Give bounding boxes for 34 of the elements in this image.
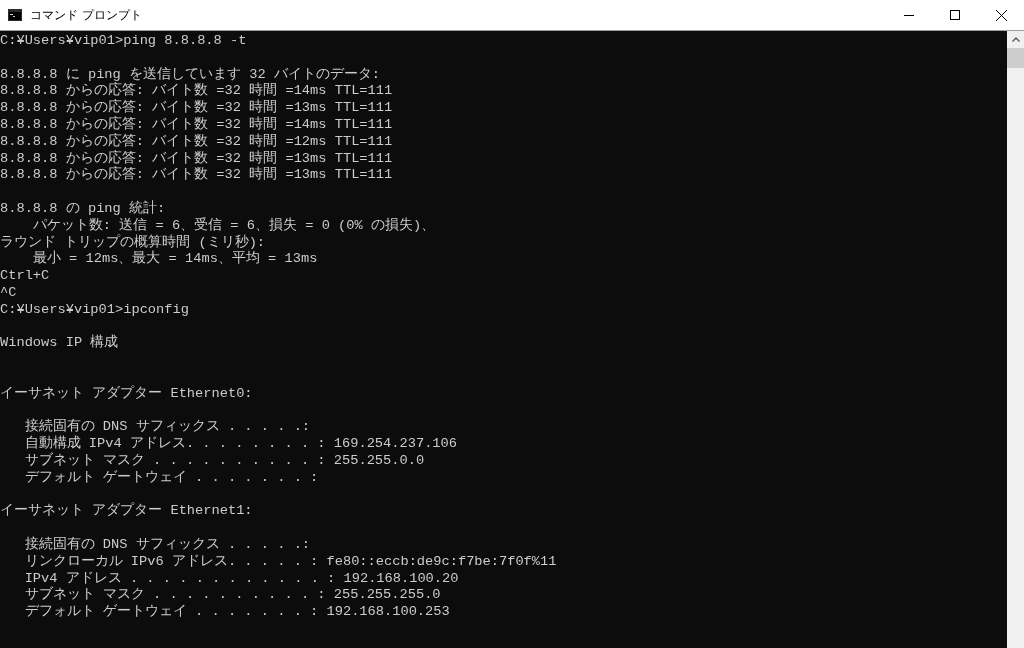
console-line: C:¥Users¥vip01>ping 8.8.8.8 -t (0, 33, 247, 50)
caret-up-icon (1011, 37, 1020, 42)
console-line: 8.8.8.8 からの応答: バイト数 =32 時間 =13ms TTL=111 (0, 150, 393, 166)
console-line: パケット数: 送信 = 6、受信 = 6、損失 = 0 (0% の損失)、 (31, 217, 436, 234)
window-title: コマンド プロンプト (30, 6, 143, 24)
console-icon (8, 9, 22, 21)
console-line: 自動構成 IPv4 アドレス. . . . . . . . : 169.254.237.106 (23, 436, 457, 452)
scrollbar-thumb[interactable] (1007, 48, 1024, 68)
console-line: 8.8.8.8 からの応答: バイト数 =32 時間 =13ms TTL=111 (0, 100, 393, 116)
console-line: C:¥Users¥vip01>ipconfig (0, 301, 189, 319)
console-line: 8.8.8.8 からの応答: バイト数 =32 時間 =14ms TTL=111 (0, 117, 393, 133)
close-icon (995, 9, 1007, 21)
console-line: イーサネット アダプター Ethernet1: (0, 503, 253, 521)
console-line: Ctrl+C (0, 268, 50, 285)
maximize-icon (950, 10, 960, 20)
console-line: 最小 = 12ms、最大 = 14ms、平均 = 13ms (31, 251, 318, 269)
console-line: 8.8.8.8 からの応答: バイト数 =32 時間 =12ms TTL=111 (0, 133, 393, 150)
console-line: サブネット マスク . . . . . . . . . . : 255.255.0.0 (23, 452, 425, 470)
scrollbar[interactable] (1007, 31, 1024, 648)
console-line: デフォルト ゲートウェイ . . . . . . . : 192.168.100.253 (23, 604, 450, 621)
console-line: 8.8.8.8 に ping を送信しています 32 バイトのデータ: (0, 66, 381, 82)
console-line: イーサネット アダプター Ethernet0: (0, 385, 253, 403)
console-line: Windows IP 構成 (0, 335, 119, 353)
console-line: サブネット マスク . . . . . . . . . . : 255.255.255.0 (23, 587, 441, 604)
console-line: IPv4 アドレス . . . . . . . . . . . . : 192.168.100.20 (23, 570, 459, 586)
console-line: 接続固有の DNS サフィックス . . . . .: (23, 419, 311, 435)
console-line: 8.8.8.8 からの応答: バイト数 =32 時間 =14ms TTL=111 (0, 83, 393, 99)
console-line: ^C (0, 284, 17, 302)
console-line: ラウンド トリップの概算時間 (ミリ秒): (0, 234, 266, 250)
console-line: 8.8.8.8 からの応答: バイト数 =32 時間 =13ms TTL=111 (0, 167, 393, 185)
console-line: リンクローカル IPv6 アドレス. . . . . : fe80::eccb:de9c:f7be:7f0f%11 (23, 553, 557, 571)
console-line: 8.8.8.8 の ping 統計: (0, 200, 166, 218)
console-line: デフォルト ゲートウェイ . . . . . . . : (23, 469, 319, 487)
console-line: 接続固有の DNS サフィックス . . . . .: (23, 536, 311, 554)
